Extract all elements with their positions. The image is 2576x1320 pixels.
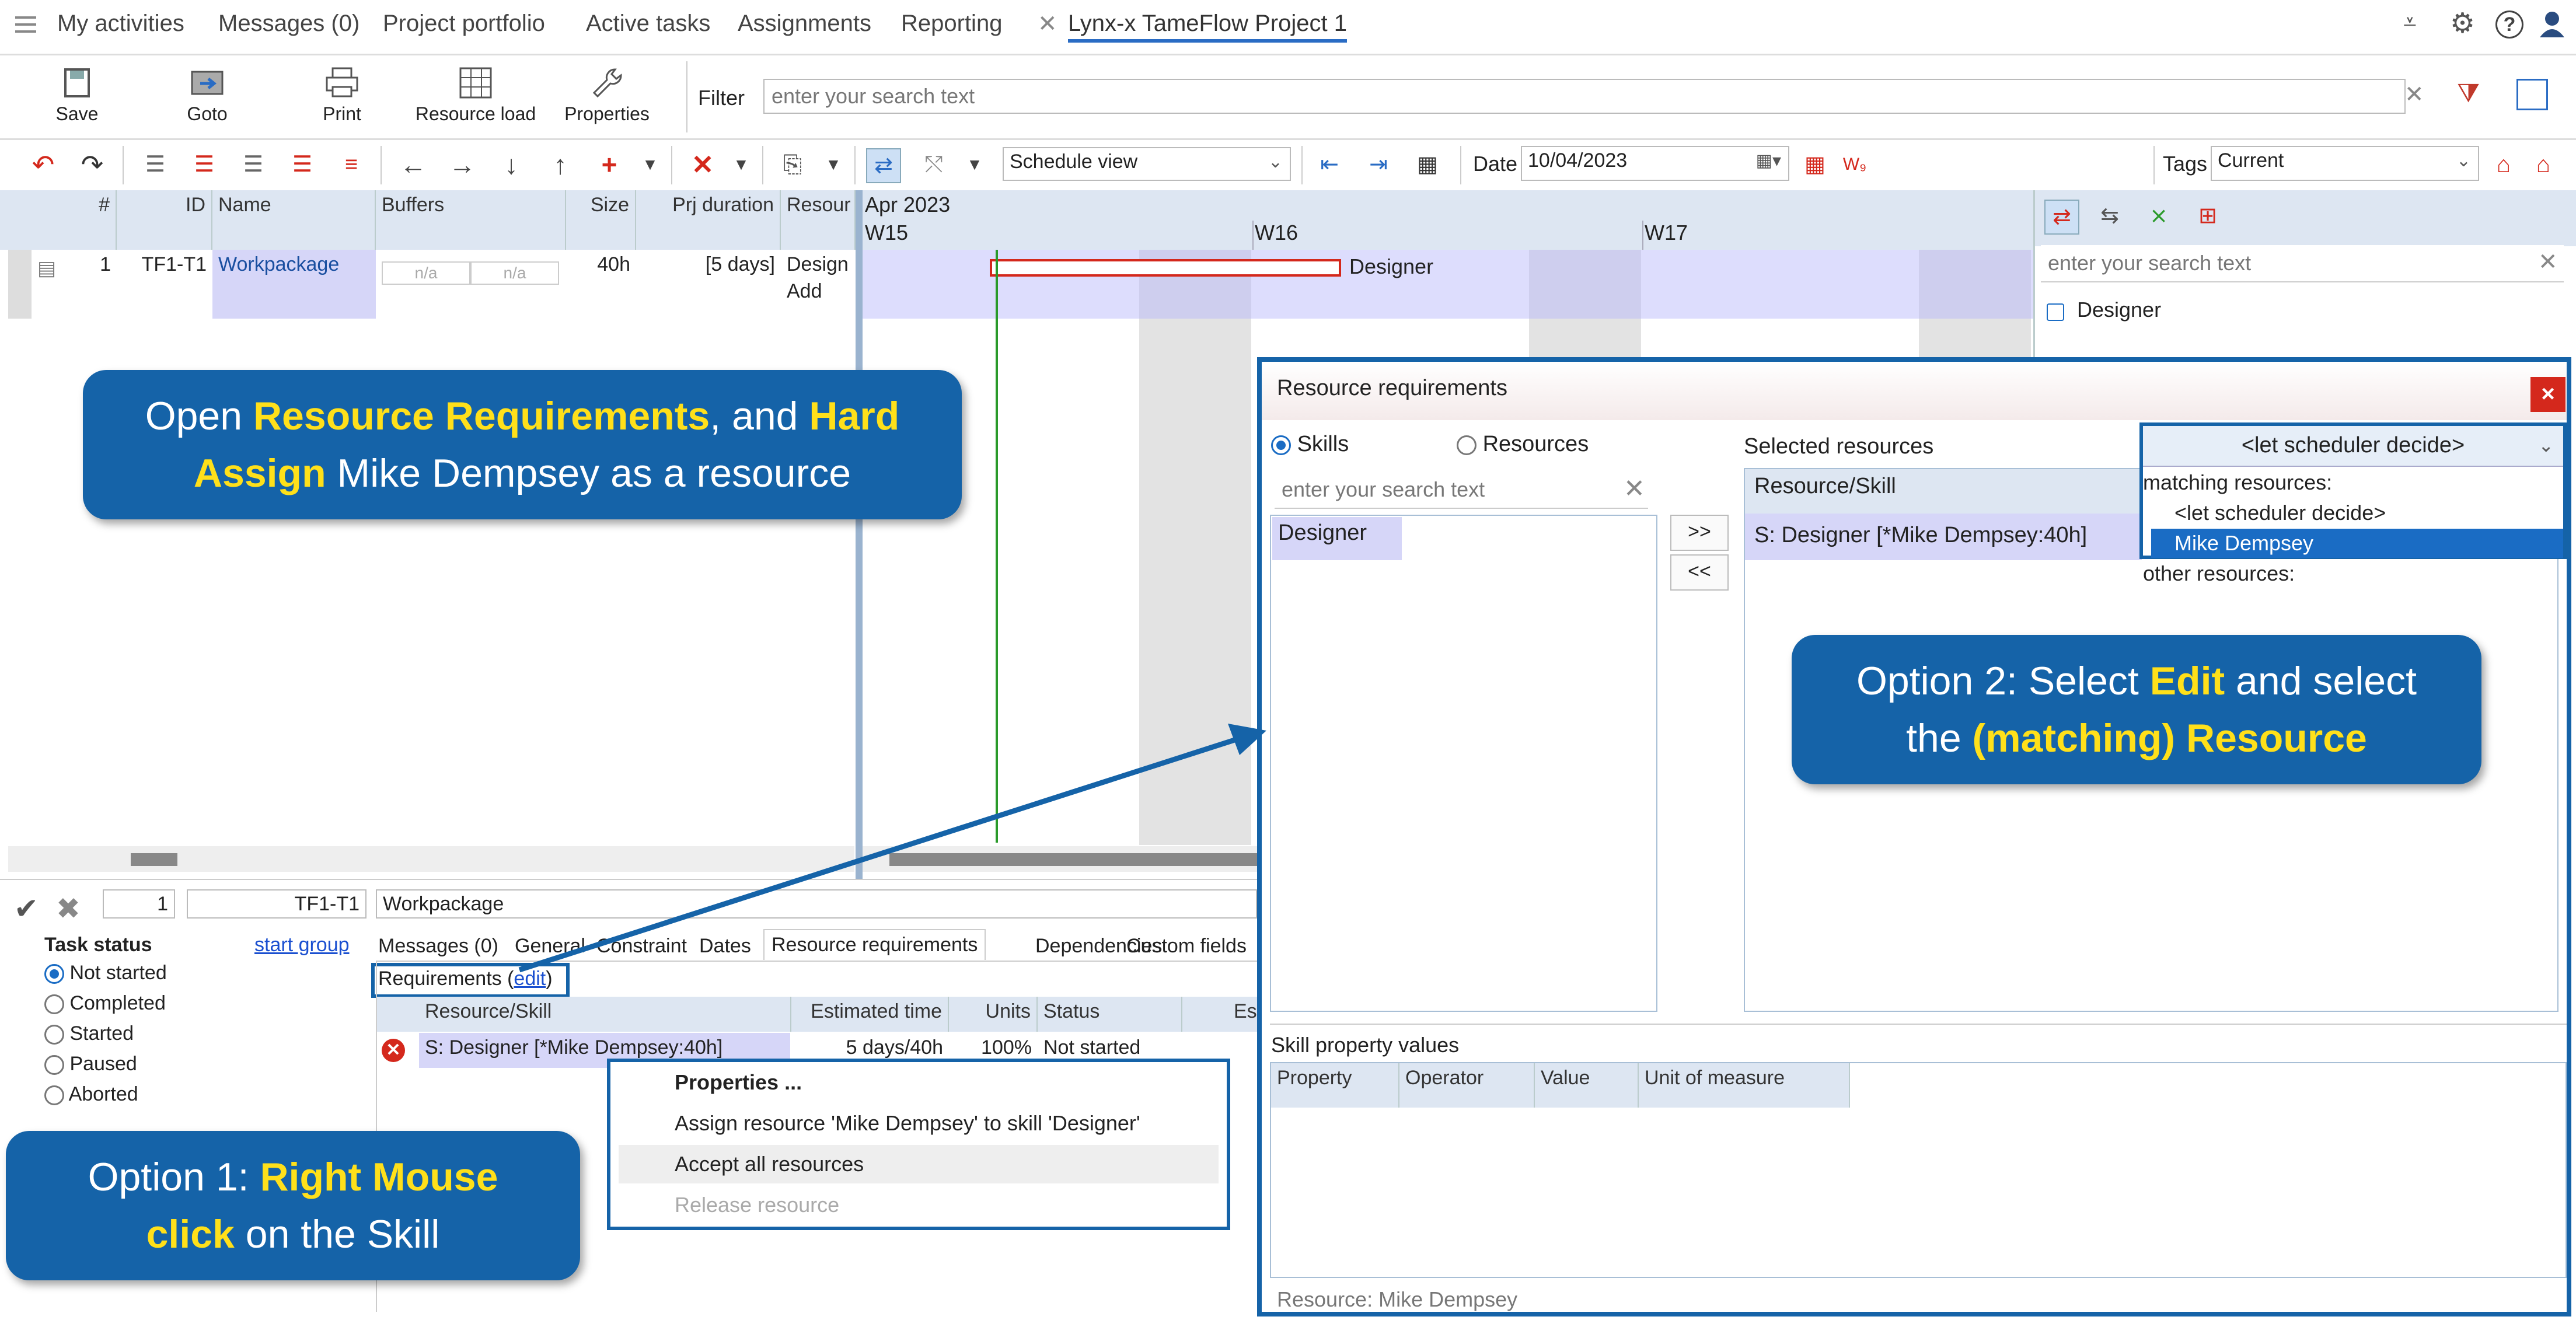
callout-highlight: click [146, 1212, 235, 1256]
callout-text: Mike Dempsey as a resource [326, 451, 851, 495]
callout-option-2: Option 2: Select Edit and select the (ma… [1792, 635, 2481, 784]
callout-highlight: (matching) Resource [1972, 716, 2367, 760]
callout-text: on the Skill [234, 1212, 440, 1256]
callout-open-requirements: Open Resource Requirements, and Hard Ass… [83, 370, 962, 519]
callout-highlight: Resource Requirements [253, 394, 710, 438]
callout-highlight: Edit [2149, 659, 2225, 703]
callout-line: Assign Mike Dempsey as a resource [83, 445, 962, 502]
callout-line: the (matching) Resource [1792, 710, 2481, 767]
callout-option-1: Option 1: Right Mouse click on the Skill [6, 1131, 580, 1280]
callout-text: the [1906, 716, 1973, 760]
callout-text: and select [2225, 659, 2417, 703]
callout-text: Option 2: Select [1856, 659, 2150, 703]
callout-highlight: Right Mouse [260, 1155, 498, 1199]
callout-line: Option 1: Right Mouse [6, 1148, 580, 1206]
callout-highlight: Hard [809, 394, 900, 438]
callout-text: Open [145, 394, 253, 438]
callout-line: Option 2: Select Edit and select [1792, 652, 2481, 710]
callout-line: click on the Skill [6, 1206, 580, 1263]
callout-text: , and [710, 394, 809, 438]
callout-highlight: Assign [193, 451, 326, 495]
callout-text: Option 1: [88, 1155, 260, 1199]
callout-line: Open Resource Requirements, and Hard [83, 387, 962, 445]
